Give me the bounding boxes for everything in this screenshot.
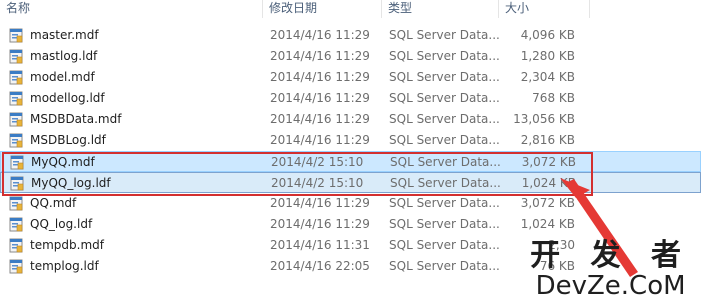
file-name: tempdb.mdf (30, 238, 104, 252)
file-row[interactable]: MSDBData.mdf 2014/4/16 11:29 SQL Server Da… (0, 109, 701, 130)
file-name: MyQQ_log.ldf (31, 176, 111, 190)
file-size: 3,072 KB (521, 155, 576, 169)
file-row[interactable]: templog.ldf 2014/4/16 22:05 SQL Server Dat… (0, 256, 701, 277)
file-row[interactable]: master.mdf 2014/4/16 11:29 SQL Server Data… (0, 25, 701, 46)
file-date: 2014/4/16 11:31 (270, 238, 370, 252)
file-date: 2014/4/16 11:29 (270, 133, 370, 147)
column-divider[interactable] (589, 0, 590, 18)
file-name: modellog.ldf (30, 91, 105, 105)
file-size: 3,072 KB (520, 196, 575, 210)
file-size: 1,024 KB (521, 176, 576, 190)
file-date: 2014/4/16 11:29 (270, 112, 370, 126)
file-row[interactable]: model.mdf 2014/4/16 11:29 SQL Server Data.… (0, 67, 701, 88)
file-size: 1,024 KB (520, 217, 575, 231)
file-type: SQL Server Data... (389, 196, 500, 210)
file-date: 2014/4/16 22:05 (270, 259, 370, 273)
file-type: SQL Server Data... (389, 238, 500, 252)
file-type: SQL Server Data... (389, 259, 500, 273)
file-name: master.mdf (30, 28, 99, 42)
file-type: SQL Server Data... (389, 49, 500, 63)
column-header-name[interactable]: 名称 (0, 0, 262, 18)
file-size: 2,816 KB (520, 133, 575, 147)
file-row[interactable]: MyQQ_log.ldf 2014/4/2 15:10 SQL Server Dat… (0, 172, 701, 193)
file-row[interactable]: modellog.ldf 2014/4/16 11:29 SQL Server Da… (0, 88, 701, 109)
sql-data-file-icon (9, 259, 23, 274)
file-size: 2,304 KB (520, 70, 575, 84)
file-type: SQL Server Data... (389, 91, 500, 105)
file-name: model.mdf (30, 70, 95, 84)
file-name: MSDBLog.ldf (30, 133, 106, 147)
file-type: SQL Server Data... (389, 133, 500, 147)
sql-data-file-icon (10, 155, 24, 170)
file-name: mastlog.ldf (30, 49, 98, 63)
file-row[interactable]: MyQQ.mdf 2014/4/2 15:10 SQL Server Data...… (0, 151, 701, 172)
column-header-type[interactable]: 类型 (382, 0, 498, 18)
sql-data-file-icon (9, 196, 23, 211)
file-size: 76 KB (539, 259, 575, 273)
column-header-size[interactable]: 大小 (499, 0, 589, 18)
file-date: 2014/4/2 15:10 (271, 176, 364, 190)
file-row[interactable]: MSDBLog.ldf 2014/4/16 11:29 SQL Server Dat… (0, 130, 701, 151)
column-header-date[interactable]: 修改日期 (263, 0, 381, 18)
file-type: SQL Server Data... (390, 176, 501, 190)
file-name: MyQQ.mdf (31, 155, 95, 169)
file-row[interactable]: QQ.mdf 2014/4/16 11:29 SQL Server Data... 3… (0, 193, 701, 214)
file-name: QQ.mdf (30, 196, 77, 210)
sql-data-file-icon (9, 70, 23, 85)
file-date: 2014/4/16 11:29 (270, 49, 370, 63)
file-size: 2,30 (548, 238, 575, 252)
sql-data-file-icon (9, 49, 23, 64)
file-type: SQL Server Data... (389, 70, 500, 84)
sql-data-file-icon (9, 28, 23, 43)
file-date: 2014/4/16 11:29 (270, 217, 370, 231)
file-size: 13,056 KB (513, 112, 575, 126)
file-size: 4,096 KB (520, 28, 575, 42)
file-size: 768 KB (532, 91, 575, 105)
file-type: SQL Server Data... (389, 28, 500, 42)
file-type: SQL Server Data... (389, 217, 500, 231)
file-row[interactable]: mastlog.ldf 2014/4/16 11:29 SQL Server Dat… (0, 46, 701, 67)
file-name: MSDBData.mdf (30, 112, 122, 126)
file-date: 2014/4/16 11:29 (270, 70, 370, 84)
file-date: 2014/4/16 11:29 (270, 91, 370, 105)
file-row[interactable]: QQ_log.ldf 2014/4/16 11:29 SQL Server Data… (0, 214, 701, 235)
file-date: 2014/4/2 15:10 (271, 155, 364, 169)
file-row[interactable]: tempdb.mdf 2014/4/16 11:31 SQL Server Data… (0, 235, 701, 256)
column-header: 名称 修改日期 类型 大小 (0, 0, 701, 18)
file-size: 1,280 KB (520, 49, 575, 63)
file-type: SQL Server Data... (389, 112, 500, 126)
file-name: templog.ldf (30, 259, 99, 273)
file-date: 2014/4/16 11:29 (270, 196, 370, 210)
sql-data-file-icon (10, 176, 24, 191)
sql-data-file-icon (9, 217, 23, 232)
file-type: SQL Server Data... (390, 155, 501, 169)
sql-data-file-icon (9, 112, 23, 127)
sql-data-file-icon (9, 133, 23, 148)
file-date: 2014/4/16 11:29 (270, 28, 370, 42)
file-name: QQ_log.ldf (30, 217, 93, 231)
sql-data-file-icon (9, 91, 23, 106)
sql-data-file-icon (9, 238, 23, 253)
